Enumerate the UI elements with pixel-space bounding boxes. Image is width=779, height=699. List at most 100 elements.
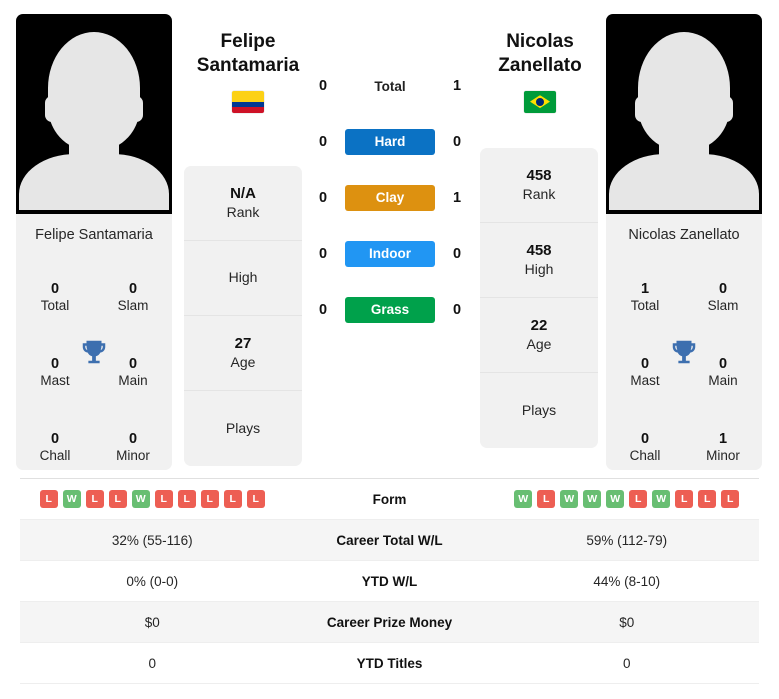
right-form-badge-7[interactable]: L [675, 490, 694, 508]
trophy-icon [77, 335, 111, 369]
silhouette-ear-left-icon [635, 96, 649, 122]
table-row-career-prize-money: $0 Career Prize Money $0 [20, 602, 759, 643]
left-rank-value: N/A [230, 184, 256, 202]
right-ytd-titles-value: 0 [622, 655, 631, 671]
right-form-strip: WLWWWLWLLL [514, 490, 740, 508]
stats-label-form: Form [372, 491, 407, 507]
right-ytd-wl-value: 44% (8-10) [593, 573, 661, 589]
left-plays-label: Plays [225, 419, 261, 436]
surface-badge-grass[interactable]: Grass [345, 297, 435, 323]
right-form-badge-6[interactable]: W [652, 490, 671, 508]
left-rank-row: N/A Rank [184, 166, 302, 241]
right-titles-grid: 1 Total 0 Slam 0 Mast 0 Main 0 Chall 1 M… [606, 256, 762, 470]
h2h-grass-label-wrap: Grass [336, 297, 444, 323]
left-form-badge-9[interactable]: L [246, 490, 265, 508]
right-high-value: 458 [526, 241, 552, 259]
left-titles-chall: 0 Chall [16, 430, 94, 465]
h2h-hard-label-wrap: Hard [336, 129, 444, 155]
left-form-badge-6[interactable]: L [177, 490, 196, 508]
h2h-indoor-row: 0 Indoor 0 [310, 226, 470, 282]
h2h-total-label: Total [374, 78, 406, 94]
left-titles-mast-label: Mast [40, 373, 70, 389]
left-form-badge-4[interactable]: W [131, 490, 150, 508]
left-form-badge-3[interactable]: L [108, 490, 127, 508]
left-form-badge-0[interactable]: L [39, 490, 58, 508]
right-form-badge-1[interactable]: L [537, 490, 556, 508]
right-rank-row: 458 Rank [480, 148, 598, 223]
left-age-row: 27 Age [184, 316, 302, 391]
right-age-label: Age [526, 335, 552, 352]
h2h-indoor-right-score: 0 [452, 246, 462, 262]
surface-badge-hard[interactable]: Hard [345, 129, 435, 155]
left-form-badge-5[interactable]: L [154, 490, 173, 508]
stats-label-ytd-wl: YTD W/L [361, 573, 418, 589]
right-titles-chall: 0 Chall [606, 430, 684, 465]
left-ytd-wl-value: 0% (0-0) [126, 573, 179, 589]
left-plays-row: Plays [184, 391, 302, 466]
right-form-badge-4[interactable]: W [606, 490, 625, 508]
left-form-badge-2[interactable]: L [85, 490, 104, 508]
h2h-clay-left-score: 0 [318, 190, 328, 206]
right-titles-minor-label: Minor [706, 448, 740, 464]
right-career-prize-money-value: $0 [619, 614, 635, 630]
left-titles-minor-label: Minor [116, 448, 150, 464]
right-titles-slam-label: Slam [707, 298, 739, 314]
right-titles-minor-value: 1 [718, 431, 728, 447]
player-comparison-header: Felipe Santamaria 0 Total 0 Slam 0 Mast … [0, 0, 779, 472]
right-form-badge-2[interactable]: W [560, 490, 579, 508]
h2h-total-row: 0 Total 1 [310, 58, 470, 114]
left-titles-total-value: 0 [50, 281, 60, 297]
right-rank-value: 458 [526, 166, 552, 184]
right-titles-total-value: 1 [640, 281, 650, 297]
left-form-badge-1[interactable]: W [62, 490, 81, 508]
surface-badge-clay[interactable]: Clay [345, 185, 435, 211]
right-plays-label: Plays [521, 401, 557, 418]
right-form-badge-9[interactable]: L [721, 490, 740, 508]
table-row-ytd-titles: 0 YTD Titles 0 [20, 643, 759, 684]
left-titles-chall-value: 0 [50, 431, 60, 447]
right-form-badge-8[interactable]: L [698, 490, 717, 508]
right-titles-slam: 0 Slam [684, 280, 762, 315]
right-form-badge-0[interactable]: W [514, 490, 533, 508]
h2h-clay-label-wrap: Clay [336, 185, 444, 211]
left-form-badge-7[interactable]: L [200, 490, 219, 508]
left-career-total-wl-value: 32% (55-116) [111, 532, 193, 548]
right-titles-slam-value: 0 [718, 281, 728, 297]
h2h-grass-row: 0 Grass 0 [310, 282, 470, 338]
h2h-total-right-score: 1 [452, 78, 462, 94]
silhouette-body-icon [609, 154, 759, 210]
left-player-profile-card: N/A Rank High 27 Age Plays [184, 166, 302, 466]
right-titles-total-label: Total [630, 298, 660, 314]
left-form-badge-8[interactable]: L [223, 490, 242, 508]
left-career-prize-money-value: $0 [144, 614, 160, 630]
colombia-flag-icon [232, 90, 264, 113]
right-form-badge-5[interactable]: L [629, 490, 648, 508]
h2h-grass-left-score: 0 [318, 302, 328, 318]
left-age-value: 27 [234, 334, 252, 352]
right-player-photo [606, 14, 762, 214]
right-titles-row-3: 0 Chall 1 Minor [606, 410, 762, 470]
h2h-grass-right-score: 0 [452, 302, 462, 318]
silhouette-ear-right-icon [719, 96, 733, 122]
left-titles-slam-value: 0 [128, 281, 138, 297]
left-player-name-label: Felipe Santamaria [35, 227, 153, 243]
h2h-clay-right-score: 1 [452, 190, 462, 206]
surface-badge-indoor[interactable]: Indoor [345, 241, 435, 267]
left-titles-total: 0 Total [16, 280, 94, 315]
right-form-badge-3[interactable]: W [583, 490, 602, 508]
right-high-row: 458 High [480, 223, 598, 298]
table-row-form: LWLLWLLLLL Form WLWWWLWLLL [20, 479, 759, 520]
left-titles-slam: 0 Slam [94, 280, 172, 315]
right-form-cell: WLWWWLWLLL [495, 490, 760, 508]
table-row-ytd-wl: 0% (0-0) YTD W/L 44% (8-10) [20, 561, 759, 602]
left-form-strip: LWLLWLLLLL [39, 490, 265, 508]
left-titles-minor-value: 0 [128, 431, 138, 447]
h2h-total-label-wrap: Total [336, 79, 444, 94]
left-titles-grid: 0 Total 0 Slam 0 Mast 0 Main 0 Chall 0 M… [16, 256, 172, 470]
h2h-hard-left-score: 0 [318, 134, 328, 150]
trophy-icon [667, 335, 701, 369]
stats-label-career-prize-money: Career Prize Money [326, 614, 453, 630]
right-plays-row: Plays [480, 373, 598, 448]
left-player-last-name: Santamaria [196, 55, 300, 77]
flag-globe-blue [536, 97, 544, 106]
